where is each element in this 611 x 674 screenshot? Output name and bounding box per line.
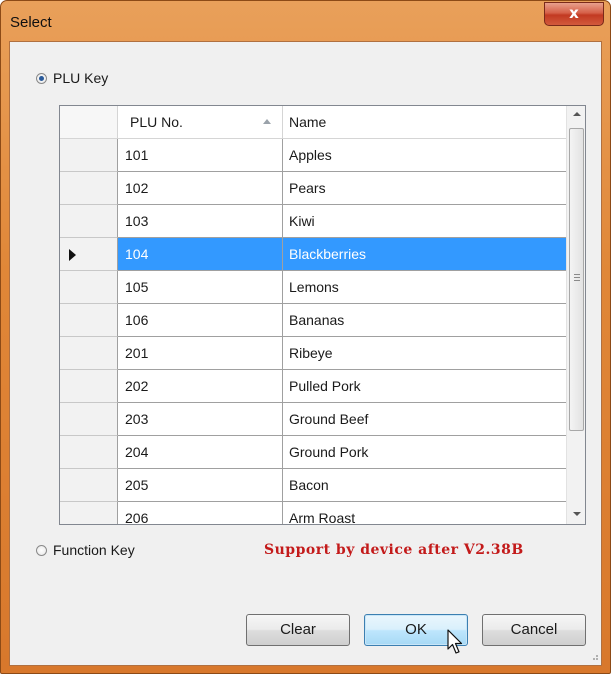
function-key-label: Function Key	[53, 542, 135, 558]
resize-grip-icon[interactable]	[589, 651, 599, 661]
scroll-thumb[interactable]	[569, 128, 584, 431]
table-row[interactable]: 203 Ground Beef	[60, 403, 566, 436]
plu-key-label: PLU Key	[53, 70, 109, 86]
row-header[interactable]	[60, 469, 118, 502]
column-header-name[interactable]: Name	[283, 106, 566, 138]
plu-key-radio[interactable]	[36, 72, 47, 84]
row-header[interactable]	[60, 370, 118, 403]
table-row[interactable]: 201 Ribeye	[60, 337, 566, 370]
grip-line	[574, 274, 580, 275]
cell-name[interactable]: Kiwi	[283, 205, 566, 238]
table-row[interactable]: 105 Lemons	[60, 271, 566, 304]
column-header-plu-no-label: PLU No.	[130, 114, 183, 130]
grip-line	[574, 277, 580, 278]
scroll-down-button[interactable]	[567, 505, 585, 522]
sort-ascending-icon	[263, 119, 271, 124]
table-row[interactable]: 106 Bananas	[60, 304, 566, 337]
row-header[interactable]	[60, 304, 118, 337]
row-header[interactable]	[60, 172, 118, 205]
cell-plu-no[interactable]: 204	[118, 436, 283, 469]
cell-plu-no[interactable]: 102	[118, 172, 283, 205]
cell-plu-no[interactable]: 203	[118, 403, 283, 436]
row-header[interactable]	[60, 337, 118, 370]
function-key-option[interactable]: Function Key	[36, 542, 135, 558]
plu-key-option[interactable]: PLU Key	[36, 70, 108, 86]
function-key-radio[interactable]	[36, 544, 47, 556]
cell-name[interactable]: Pears	[283, 172, 566, 205]
column-header-name-label: Name	[289, 114, 327, 130]
table-row[interactable]: 205 Bacon	[60, 469, 566, 502]
table-row[interactable]: 104 Blackberries	[60, 238, 566, 271]
cell-name[interactable]: Apples	[283, 139, 566, 172]
row-header[interactable]	[60, 205, 118, 238]
cell-plu-no[interactable]: 206	[118, 502, 283, 524]
table-row[interactable]: 102 Pears	[60, 172, 566, 205]
row-header[interactable]	[60, 238, 118, 271]
cell-plu-no[interactable]: 106	[118, 304, 283, 337]
cell-name[interactable]: Ground Pork	[283, 436, 566, 469]
cell-name[interactable]: Arm Roast	[283, 502, 566, 524]
title-bar[interactable]: Select x	[1, 1, 610, 41]
header-corner	[60, 106, 118, 138]
cell-name[interactable]: Bacon	[283, 469, 566, 502]
row-pointer-icon	[69, 249, 76, 261]
grip-line	[574, 280, 580, 281]
table-row[interactable]: 206 Arm Roast	[60, 502, 566, 524]
cell-name[interactable]: Pulled Pork	[283, 370, 566, 403]
cell-plu-no[interactable]: 104	[118, 238, 283, 271]
cell-name[interactable]: Ground Beef	[283, 403, 566, 436]
table-row[interactable]: 202 Pulled Pork	[60, 370, 566, 403]
clear-button[interactable]: Clear	[246, 614, 350, 646]
cell-name[interactable]: Ribeye	[283, 337, 566, 370]
close-button[interactable]: x	[544, 2, 604, 26]
scroll-up-button[interactable]	[567, 106, 585, 123]
cell-plu-no[interactable]: 205	[118, 469, 283, 502]
row-header[interactable]	[60, 436, 118, 469]
grid-header: PLU No. Name	[60, 106, 566, 139]
close-icon: x	[569, 4, 579, 22]
cell-plu-no[interactable]: 202	[118, 370, 283, 403]
mouse-pointer-icon	[447, 629, 463, 654]
support-note: Support by device after V2.38B	[264, 542, 524, 558]
cell-plu-no[interactable]: 101	[118, 139, 283, 172]
vertical-scrollbar[interactable]	[566, 106, 585, 524]
row-header[interactable]	[60, 403, 118, 436]
window-title: Select	[10, 14, 52, 31]
cell-plu-no[interactable]: 103	[118, 205, 283, 238]
table-row[interactable]: 204 Ground Pork	[60, 436, 566, 469]
cell-name[interactable]: Blackberries	[283, 238, 566, 271]
row-header[interactable]	[60, 139, 118, 172]
cell-plu-no[interactable]: 201	[118, 337, 283, 370]
row-header[interactable]	[60, 271, 118, 304]
table-row[interactable]: 101 Apples	[60, 139, 566, 172]
cell-plu-no[interactable]: 105	[118, 271, 283, 304]
column-header-plu-no[interactable]: PLU No.	[118, 106, 283, 138]
select-dialog: Select x PLU Key PLU No. Name 101 Apples 1…	[0, 0, 611, 674]
table-row[interactable]: 103 Kiwi	[60, 205, 566, 238]
cell-name[interactable]: Lemons	[283, 271, 566, 304]
cell-name[interactable]: Bananas	[283, 304, 566, 337]
cancel-button[interactable]: Cancel	[482, 614, 586, 646]
row-header[interactable]	[60, 502, 118, 524]
plu-grid[interactable]: PLU No. Name 101 Apples 102 Pears 103 Kiwi 104…	[59, 105, 586, 525]
